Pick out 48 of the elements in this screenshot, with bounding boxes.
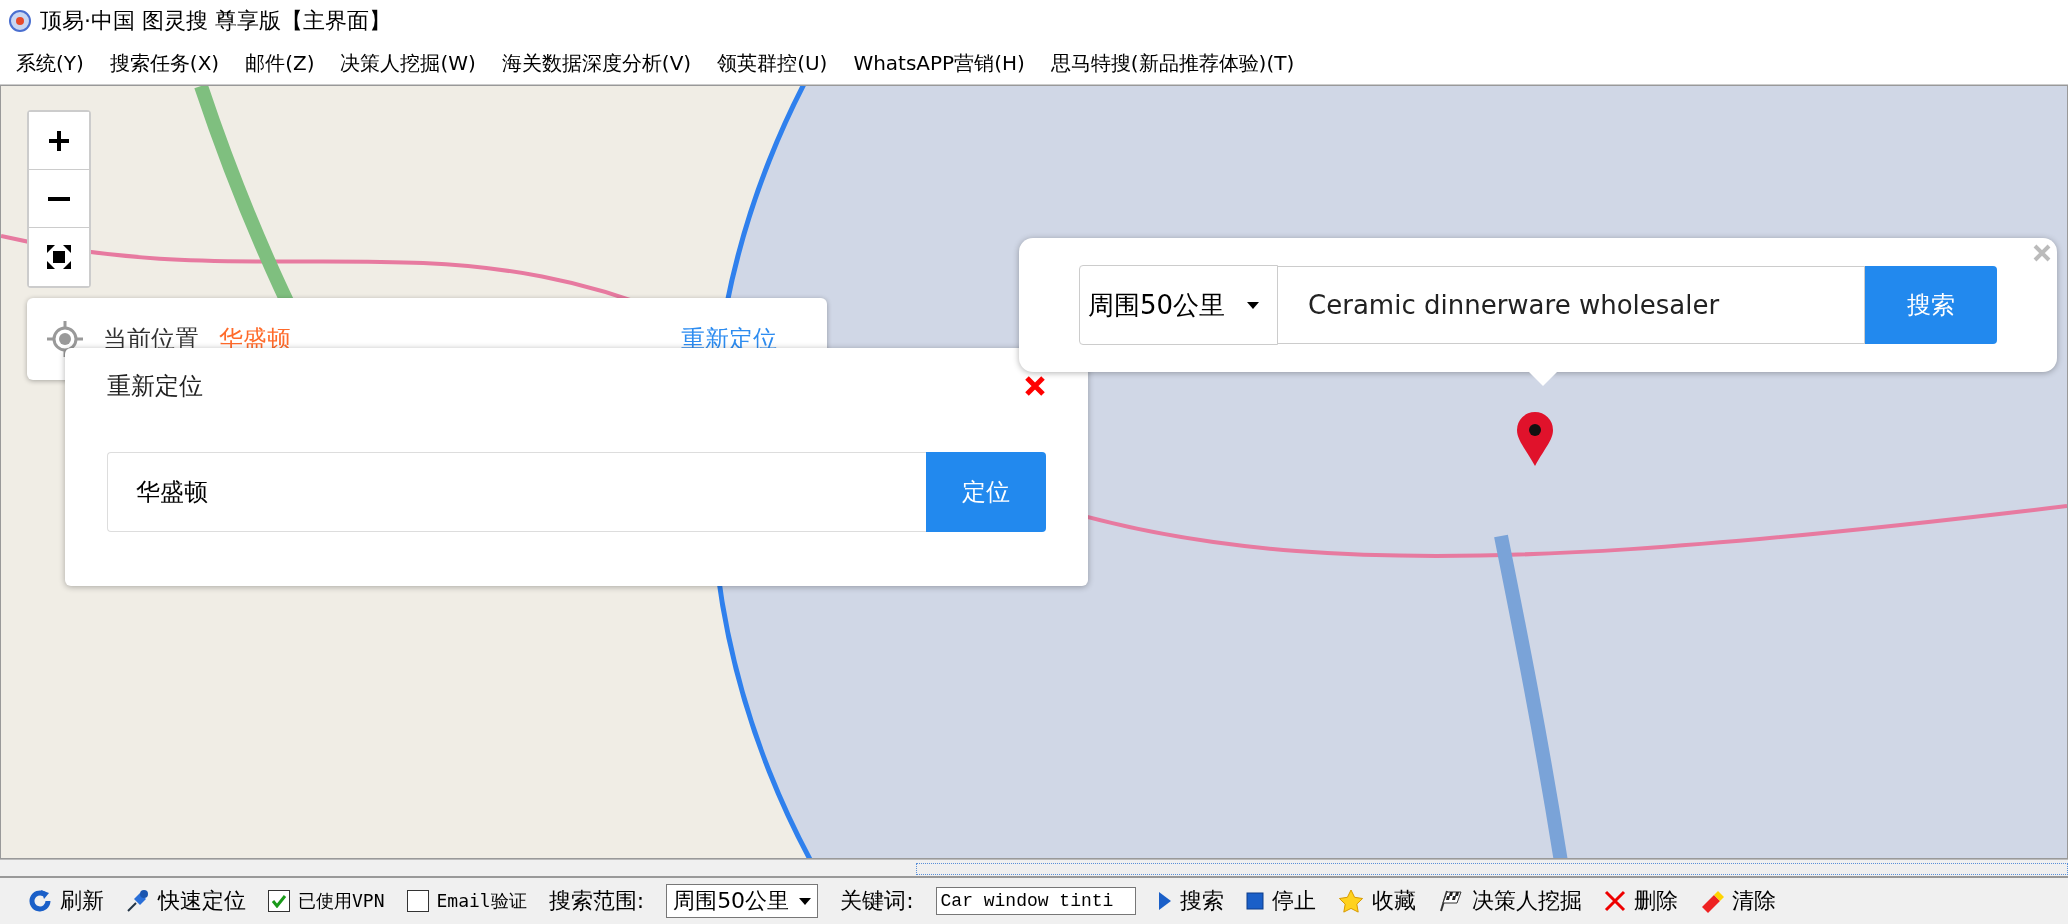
menu-item[interactable]: 决策人挖掘(W): [330, 45, 486, 81]
menu-item[interactable]: 领英群控(U): [707, 45, 838, 81]
close-icon: [1024, 375, 1046, 397]
menu-item[interactable]: 邮件(Z): [235, 45, 325, 81]
toolbar-button[interactable]: 刷新: [28, 886, 104, 916]
locate-icon: [47, 321, 83, 357]
toolbar-button[interactable]: 删除: [1603, 886, 1678, 916]
minus-icon: [48, 196, 70, 201]
checkbox-label: 已使用VPN: [298, 889, 385, 913]
delete-icon: [1603, 890, 1626, 912]
field-label: 搜索范围:: [548, 887, 645, 915]
toolbar-button[interactable]: 搜索: [1157, 886, 1224, 916]
dialog-title: 重新定位: [107, 371, 203, 402]
menu-item[interactable]: WhatsAPP营销(H): [843, 45, 1035, 81]
zoom-in-button[interactable]: [29, 112, 89, 170]
toolbar-button[interactable]: 收藏: [1337, 886, 1416, 916]
range-dropdown[interactable]: 周围50公里: [666, 884, 819, 918]
menu-item[interactable]: 系统(Y): [6, 45, 94, 81]
checkered-flag-icon: [1437, 889, 1464, 913]
keyword-field[interactable]: Car window tinti: [935, 887, 1136, 915]
fullscreen-icon: [45, 243, 73, 271]
field-label: 关键词:: [840, 887, 914, 915]
toolbar-button[interactable]: 清除: [1699, 886, 1776, 916]
plus-icon: [47, 128, 71, 153]
menu-item[interactable]: 搜索任务(X): [99, 45, 230, 81]
refresh-icon: [28, 890, 52, 912]
close-button[interactable]: [1024, 375, 1046, 397]
menu-item[interactable]: 海关数据深度分析(V): [491, 45, 702, 81]
pushpin-icon: [126, 889, 150, 913]
toolbar-button[interactable]: 决策人挖掘: [1437, 886, 1582, 916]
star-icon: [1337, 889, 1364, 913]
checkbox-label: Email验证: [436, 889, 527, 913]
app-logo-icon: [8, 9, 32, 33]
locate-button[interactable]: 定位: [926, 452, 1046, 532]
toolbar-button[interactable]: 快速定位: [126, 886, 246, 916]
stop-icon: [1245, 892, 1264, 910]
keyword-field[interactable]: Ceramic dinnerware wholesaler: [1278, 266, 1865, 344]
city-field[interactable]: 华盛顿: [107, 452, 926, 532]
checkbox[interactable]: [406, 890, 429, 912]
close-icon: [2033, 244, 2051, 262]
window-title: 顶易·中国 图灵搜 尊享版【主界面】: [40, 7, 391, 35]
menu-item[interactable]: 思马特搜(新品推荐体验)(T): [1040, 45, 1305, 81]
toolbar-button[interactable]: 停止: [1245, 886, 1316, 916]
scrollbar-thumb[interactable]: [916, 863, 2068, 875]
checkbox[interactable]: [268, 890, 290, 912]
play-icon: [1157, 891, 1172, 911]
map-marker-icon: [1515, 412, 1555, 468]
search-button[interactable]: 搜索: [1865, 266, 1997, 344]
